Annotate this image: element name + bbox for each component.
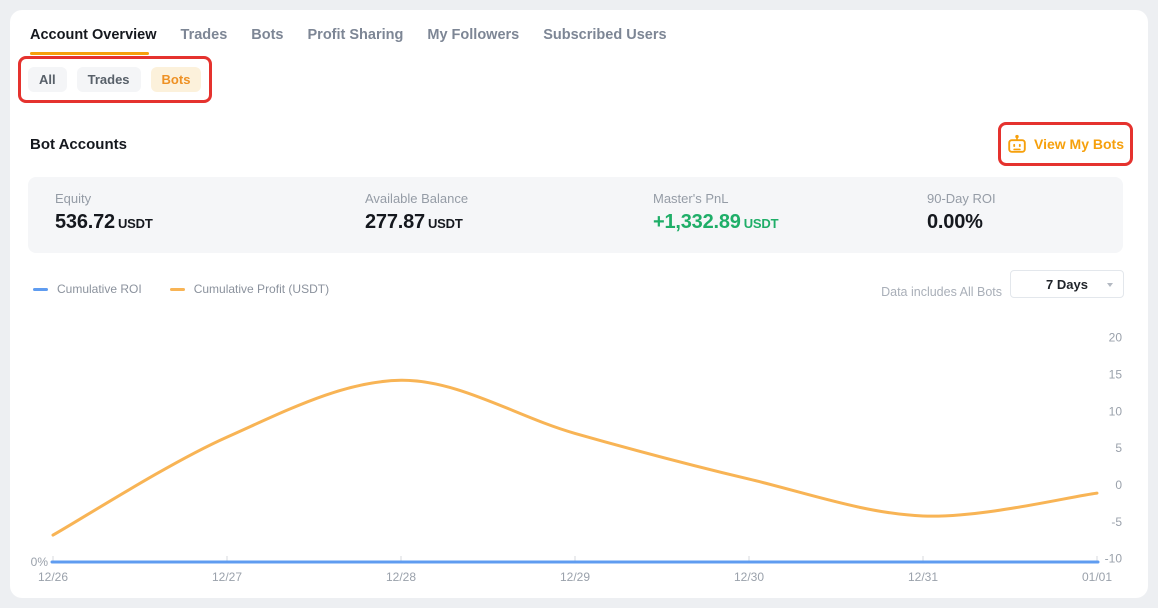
tab-my-followers[interactable]: My Followers <box>427 24 519 46</box>
chart-legend: Cumulative ROI Cumulative Profit (USDT) <box>33 282 329 296</box>
svg-text:-10: -10 <box>1105 552 1123 566</box>
svg-text:-5: -5 <box>1111 515 1122 529</box>
tab-trades[interactable]: Trades <box>181 24 228 46</box>
time-range-value: 7 Days <box>1046 277 1088 292</box>
time-range-selector[interactable]: 7 Days <box>1010 270 1124 298</box>
svg-text:0: 0 <box>1115 478 1122 492</box>
caret-down-icon <box>1107 283 1113 287</box>
stat-label: 90-Day ROI <box>927 191 1123 206</box>
legend-item-cumulative-profit[interactable]: Cumulative Profit (USDT) <box>170 282 329 296</box>
svg-text:10: 10 <box>1109 404 1123 418</box>
stat-masters-pnl: Master's PnL +1,332.89USDT <box>626 177 900 253</box>
view-my-bots-label: View My Bots <box>1034 136 1124 152</box>
tab-bots[interactable]: Bots <box>251 24 283 46</box>
top-tab-bar: Account Overview Trades Bots Profit Shar… <box>30 24 667 46</box>
svg-text:12/26: 12/26 <box>38 570 68 584</box>
svg-text:01/01: 01/01 <box>1082 570 1112 584</box>
legend-dash-orange <box>170 288 185 291</box>
filter-pill-trades[interactable]: Trades <box>77 67 141 92</box>
legend-item-cumulative-roi[interactable]: Cumulative ROI <box>33 282 142 296</box>
stat-value: 277.87USDT <box>365 211 626 234</box>
svg-text:0%: 0% <box>31 555 49 569</box>
svg-text:12/31: 12/31 <box>908 570 938 584</box>
stat-equity: Equity 536.72USDT <box>28 177 338 253</box>
stat-label: Equity <box>55 191 338 206</box>
section-title-bot-accounts: Bot Accounts <box>30 136 127 153</box>
stat-value: +1,332.89USDT <box>653 211 900 234</box>
robot-icon <box>1007 134 1027 154</box>
view-my-bots-button[interactable]: View My Bots <box>1007 134 1124 154</box>
annotation-box-filters: All Trades Bots <box>18 56 212 103</box>
tab-account-overview[interactable]: Account Overview <box>30 24 157 46</box>
filter-pill-bots[interactable]: Bots <box>151 67 202 92</box>
svg-text:15: 15 <box>1109 367 1123 381</box>
svg-text:12/27: 12/27 <box>212 570 242 584</box>
stat-value: 0.00% <box>927 211 1123 234</box>
stat-label: Available Balance <box>365 191 626 206</box>
legend-label: Cumulative Profit (USDT) <box>194 282 329 296</box>
chart-canvas: 12/26 12/27 12/28 12/29 12/30 12/31 01/01 20 15 1… <box>10 310 1148 592</box>
tab-subscribed-users[interactable]: Subscribed Users <box>543 24 666 46</box>
svg-text:20: 20 <box>1109 331 1123 345</box>
tab-profit-sharing[interactable]: Profit Sharing <box>308 24 404 46</box>
svg-text:12/29: 12/29 <box>560 570 590 584</box>
svg-text:12/28: 12/28 <box>386 570 416 584</box>
svg-text:12/30: 12/30 <box>734 570 764 584</box>
stat-label: Master's PnL <box>653 191 900 206</box>
svg-text:5: 5 <box>1115 441 1122 455</box>
legend-dash-blue <box>33 288 48 291</box>
annotation-box-view-my-bots: View My Bots <box>998 122 1133 166</box>
bot-account-stats-panel: Equity 536.72USDT Available Balance 277.… <box>28 177 1123 253</box>
stat-90-day-roi: 90-Day ROI 0.00% <box>900 177 1123 253</box>
stat-value: 536.72USDT <box>55 211 338 234</box>
legend-label: Cumulative ROI <box>57 282 142 296</box>
filter-pill-all[interactable]: All <box>28 67 67 92</box>
stat-available-balance: Available Balance 277.87USDT <box>338 177 626 253</box>
data-scope-note: Data includes All Bots <box>881 285 1002 299</box>
account-overview-panel: Account Overview Trades Bots Profit Shar… <box>10 10 1148 598</box>
